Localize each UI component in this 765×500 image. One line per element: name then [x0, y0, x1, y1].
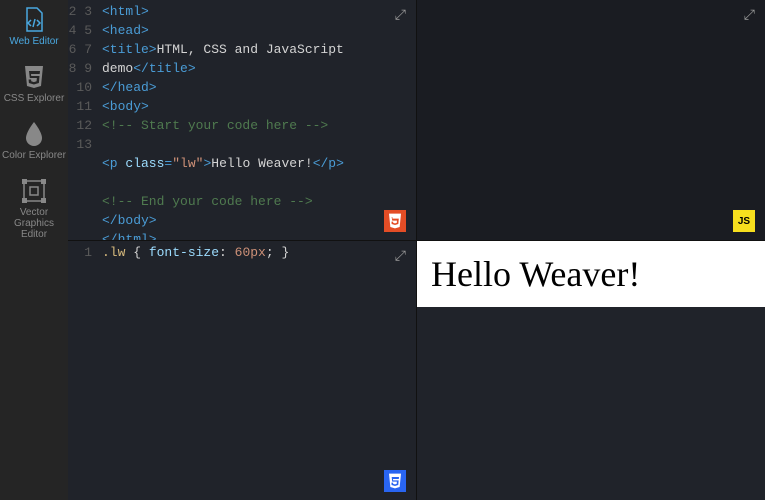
expand-icon[interactable]: ⤢ [395, 247, 406, 264]
expand-icon[interactable]: ⤢ [395, 6, 406, 23]
html-editor-pane[interactable]: ⤢ 2 3 4 5 6 7 8 9 10 11 12 13 <html> <he… [68, 0, 416, 240]
sidebar-item-css-explorer[interactable]: CSS Explorer [0, 59, 68, 108]
css-badge-icon [384, 470, 406, 492]
css-editor-pane[interactable]: ⤢ 1 .lw { font-size: 60px; } [68, 241, 416, 500]
sidebar: Web Editor CSS Explorer Color Explorer V… [0, 0, 68, 500]
preview-pane: Hello Weaver! [417, 241, 765, 500]
sidebar-item-label: Color Explorer [2, 150, 66, 161]
sidebar-item-label: Web Editor [9, 36, 58, 47]
js-editor-pane[interactable]: ⤢ JS [417, 0, 765, 240]
sidebar-item-label: Vector Graphics Editor [2, 207, 66, 240]
sidebar-item-web-editor[interactable]: Web Editor [0, 2, 68, 51]
code-content[interactable]: <html> <head> <title>HTML, CSS and JavaS… [102, 2, 416, 240]
code-file-icon [20, 6, 48, 34]
preview-output: Hello Weaver! [417, 241, 765, 307]
html5-badge-icon [384, 210, 406, 232]
sidebar-item-vector-editor[interactable]: Vector Graphics Editor [0, 173, 68, 244]
sidebar-item-color-explorer[interactable]: Color Explorer [0, 116, 68, 165]
js-badge-icon: JS [733, 210, 755, 232]
code-content[interactable]: .lw { font-size: 60px; } [102, 243, 416, 262]
css3-icon [20, 63, 48, 91]
expand-icon[interactable]: ⤢ [744, 6, 755, 23]
vector-icon [20, 177, 48, 205]
droplet-icon [20, 120, 48, 148]
css-code-editor[interactable]: 1 .lw { font-size: 60px; } [68, 241, 416, 262]
html-code-editor[interactable]: 2 3 4 5 6 7 8 9 10 11 12 13 <html> <head… [68, 0, 416, 240]
line-gutter: 2 3 4 5 6 7 8 9 10 11 12 13 [68, 2, 102, 240]
line-gutter: 1 [68, 243, 102, 262]
sidebar-item-label: CSS Explorer [4, 93, 65, 104]
editor-grid: ⤢ 2 3 4 5 6 7 8 9 10 11 12 13 <html> <he… [68, 0, 765, 500]
